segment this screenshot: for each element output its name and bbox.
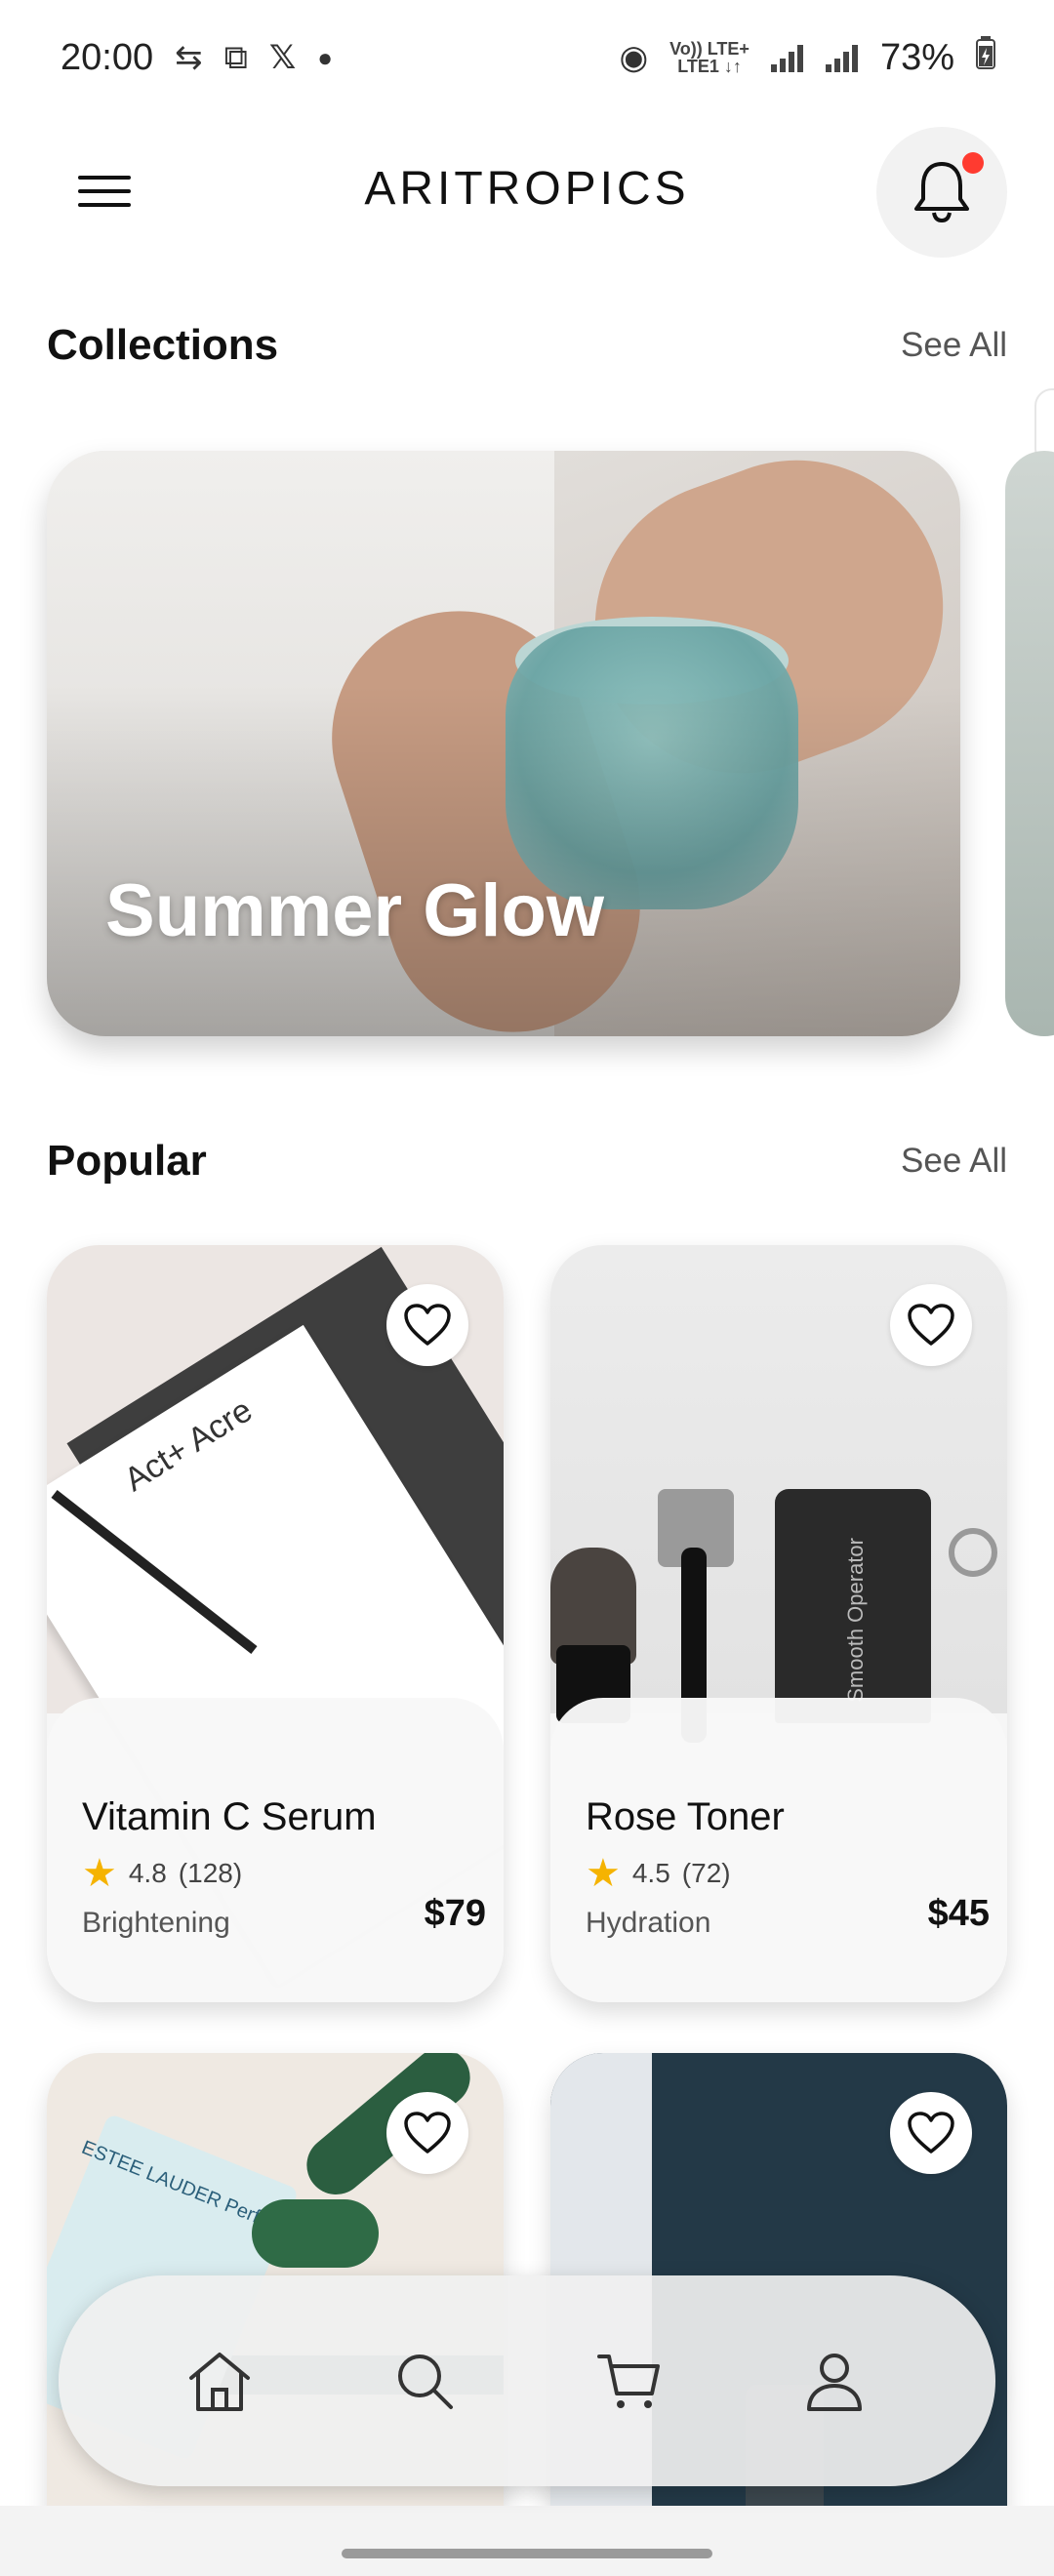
collection-card[interactable]: Summer Glow [47,451,960,1036]
product-rating: ★ 4.5 (72) [586,1852,731,1895]
volte-indicator: Vo)) LTE+ LTE1 ↓↑ [669,39,750,76]
product-card[interactable]: Act+ Acre Vitamin C Serum ★ 4.8 (128) Br… [47,1245,504,2002]
product-card[interactable]: Smooth Operator Rose Toner ★ 4.5 (72) Hy… [550,1245,1007,2002]
see-all-popular-link[interactable]: See All [901,1142,1007,1181]
product-price: $79 [424,1893,486,1934]
sync-icon: ⇆ [175,39,203,76]
bottom-navigation [59,2275,995,2486]
collection-title: Summer Glow [105,869,604,952]
favorite-button[interactable] [386,1284,468,1366]
popular-header: Popular See All [47,1132,1007,1190]
heart-icon [908,1304,954,1346]
app-header: ARITROPICS [0,115,1054,271]
signal-icon [825,43,859,72]
screen-record-icon: ⧉ [223,38,248,76]
dot-icon: ● [317,42,333,72]
hotspot-icon: ◉ [619,39,649,76]
nav-cart[interactable] [581,2332,678,2430]
product-rating: ★ 4.8 (128) [82,1852,243,1895]
collections-header: Collections See All [47,316,1007,375]
search-icon [398,2355,453,2409]
cart-icon [597,2355,660,2408]
favorite-button[interactable] [890,1284,972,1366]
bell-icon [914,162,969,223]
see-all-collections-link[interactable]: See All [901,326,1007,365]
signal-icon [770,43,804,72]
heart-icon [908,2112,954,2153]
notification-button[interactable] [876,127,1007,258]
product-price: $45 [927,1893,990,1934]
product-info: Vitamin C Serum ★ 4.8 (128) Brightening … [47,1698,504,2002]
home-icon [189,2353,250,2411]
gesture-home-indicator[interactable] [342,2549,712,2558]
product-name: Rose Toner [586,1795,785,1838]
heart-icon [404,1304,451,1346]
section-title: Popular [47,1137,207,1185]
nav-profile[interactable] [786,2332,883,2430]
product-category: Brightening [82,1907,230,1939]
battery-charging-icon [976,36,995,79]
star-icon: ★ [586,1852,621,1895]
favorite-button[interactable] [386,2092,468,2174]
collection-card-next[interactable] [1005,451,1054,1036]
profile-icon [807,2354,862,2411]
product-category: Hydration [586,1907,711,1939]
heart-icon [404,2112,451,2153]
x-icon: 𝕏 [268,39,297,76]
notification-badge [962,152,984,174]
status-bar: 20:00 ⇆ ⧉ 𝕏 ● ◉ Vo)) LTE+ LTE1 ↓↑ 73% [0,0,1054,115]
product-name: Vitamin C Serum [82,1795,377,1838]
battery-percent: 73% [879,36,954,78]
nav-search[interactable] [376,2332,473,2430]
favorite-button[interactable] [890,2092,972,2174]
star-icon: ★ [82,1852,117,1895]
status-time: 20:00 [61,36,154,78]
nav-home[interactable] [171,2332,268,2430]
system-nav-area [0,2506,1054,2576]
section-title: Collections [47,321,279,369]
product-info: Rose Toner ★ 4.5 (72) Hydration $45 [550,1698,1007,2002]
